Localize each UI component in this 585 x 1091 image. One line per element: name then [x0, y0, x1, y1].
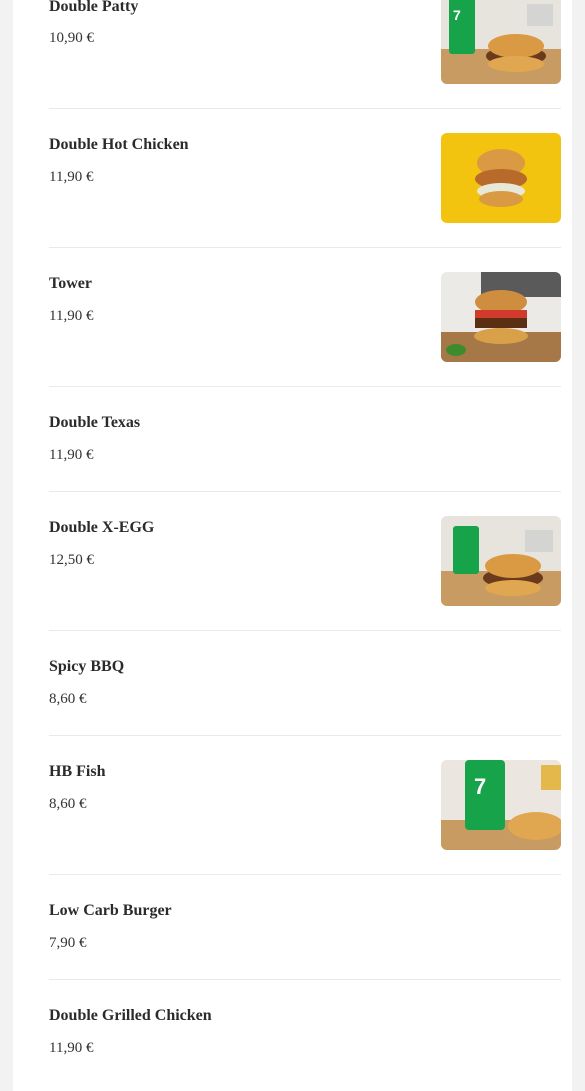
svg-text:7: 7: [453, 7, 461, 23]
divider: [49, 874, 561, 875]
menu-item-spicy-bbq[interactable]: Spicy BBQ 8,60 €: [49, 655, 561, 735]
menu-card: Double Patty 10,90 € 7 Double Hot Chicke…: [13, 0, 572, 1091]
svg-text:7: 7: [474, 774, 486, 799]
item-name: Low Carb Burger: [49, 902, 172, 919]
item-price: 11,90 €: [49, 1040, 94, 1056]
menu-item-double-x-egg[interactable]: Double X-EGG 12,50 €: [49, 516, 561, 630]
menu-item-tower[interactable]: Tower 11,90 €: [49, 272, 561, 386]
menu-item-low-carb-burger[interactable]: Low Carb Burger 7,90 €: [49, 899, 561, 979]
item-price: 12,50 €: [49, 552, 94, 568]
item-price: 11,90 €: [49, 447, 94, 463]
divider: [49, 247, 561, 248]
divider: [49, 630, 561, 631]
item-name: Double Hot Chicken​: [49, 136, 189, 153]
item-price: 10,90 €: [49, 30, 94, 46]
divider: [49, 735, 561, 736]
item-image[interactable]: [441, 133, 561, 223]
menu-item-double-grilled-chicken[interactable]: Double Grilled Chicken ​ 11,90 €: [49, 1004, 561, 1084]
divider: [49, 108, 561, 109]
item-name: Double Texas: [49, 414, 141, 431]
item-price: 11,90 €: [49, 308, 94, 324]
item-price: 7,90 €: [49, 935, 87, 951]
item-image[interactable]: [441, 272, 561, 362]
item-name: Double Grilled Chicken ​: [49, 1007, 216, 1024]
item-price: 11,90 €: [49, 169, 94, 185]
item-image[interactable]: 7: [441, 760, 561, 850]
item-image[interactable]: [441, 516, 561, 606]
item-image[interactable]: 7: [441, 0, 561, 84]
divider: [49, 386, 561, 387]
item-price: 8,60 €: [49, 796, 87, 812]
item-name: Double Patty: [49, 0, 139, 15]
menu-item-hb-fish[interactable]: HB Fish 8,60 € 7: [49, 760, 561, 874]
item-price: 8,60 €: [49, 691, 87, 707]
divider: [49, 979, 561, 980]
divider: [49, 491, 561, 492]
menu-item-double-texas[interactable]: Double Texas 11,90 €: [49, 411, 561, 491]
item-name: HB Fish: [49, 763, 106, 780]
menu-item-double-hot-chicken[interactable]: Double Hot Chicken​ 11,90 €: [49, 133, 561, 247]
item-name: Tower: [49, 275, 92, 292]
item-name: Spicy BBQ: [49, 658, 125, 675]
menu-item-double-patty[interactable]: Double Patty 10,90 € 7: [49, 0, 561, 108]
item-name: Double X-EGG: [49, 519, 155, 536]
